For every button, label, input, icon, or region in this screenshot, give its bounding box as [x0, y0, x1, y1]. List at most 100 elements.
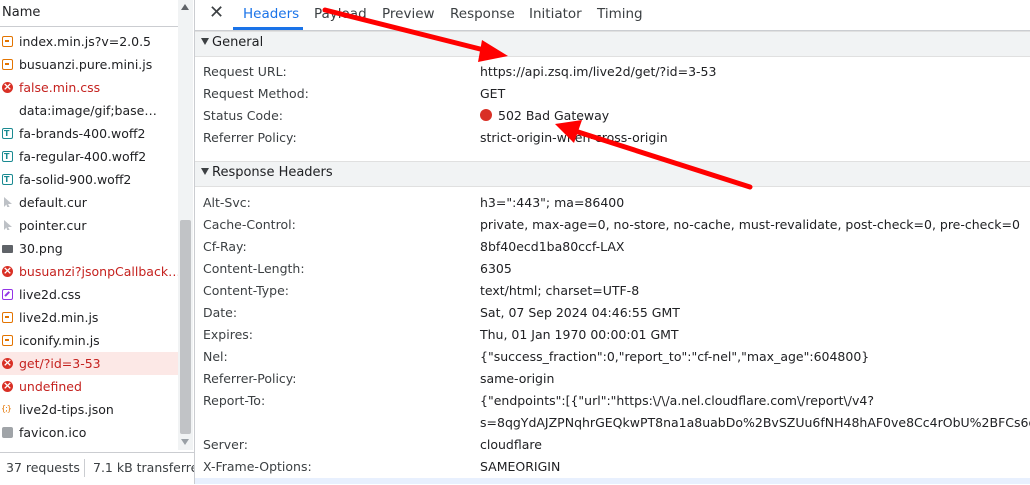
response-header-row: Nel: {"success_fraction":0,"report_to":"c…	[195, 346, 1030, 368]
tab-timing[interactable]: Timing	[597, 6, 643, 22]
header-key: Cf-Ray:	[203, 239, 247, 254]
status-divider	[84, 459, 85, 477]
close-icon[interactable]: ✕	[209, 2, 224, 23]
cursor-file-icon	[4, 197, 12, 207]
referrer-policy-value: strict-origin-when-cross-origin	[480, 130, 668, 145]
response-headers-section-header[interactable]: Response Headers	[195, 161, 1030, 187]
header-key: Cache-Control:	[203, 217, 296, 232]
request-name: 30.png	[19, 241, 63, 256]
header-value: Thu, 01 Jan 1970 00:00:01 GMT	[480, 327, 679, 342]
header-value: private, max-age=0, no-store, no-cache, …	[480, 217, 1020, 232]
header-key: Content-Type:	[203, 283, 289, 298]
request-name: false.min.css	[19, 80, 101, 95]
request-name: favicon.ico	[19, 425, 87, 440]
scroll-down-icon[interactable]	[181, 439, 189, 445]
js-file-icon	[2, 335, 13, 346]
header-key: Alt-Svc:	[203, 195, 251, 210]
network-request-list: Name index.min.js?v=2.0.5 busuanzi.pure.…	[0, 0, 195, 485]
request-row[interactable]: fa-brands-400.woff2	[0, 122, 178, 145]
request-name: data:image/gif;base…	[19, 103, 157, 118]
request-name: busuanzi?jsonpCallback…	[19, 264, 178, 279]
response-header-row: Date: Sat, 07 Sep 2024 04:46:55 GMT	[195, 302, 1030, 324]
font-file-icon	[2, 123, 13, 145]
request-row[interactable]: iconify.min.js	[0, 329, 178, 352]
response-header-row: X-Frame-Options: SAMEORIGIN	[195, 456, 1030, 478]
request-row[interactable]: pointer.cur	[0, 214, 178, 237]
request-row[interactable]: live2d.min.js	[0, 306, 178, 329]
json-file-icon	[1, 398, 13, 420]
font-file-icon	[2, 169, 13, 191]
data-icon	[2, 105, 13, 116]
request-row[interactable]: index.min.js?v=2.0.5	[0, 30, 178, 53]
header-value: 6305	[480, 261, 512, 276]
header-key: Server:	[203, 437, 248, 452]
header-key: Request URL:	[203, 64, 287, 79]
header-key: Referrer-Policy:	[203, 371, 297, 386]
request-list: index.min.js?v=2.0.5 busuanzi.pure.mini.…	[0, 30, 178, 444]
request-row[interactable]: live2d-tips.json	[0, 398, 178, 421]
request-row[interactable]: fa-solid-900.woff2	[0, 168, 178, 191]
image-file-icon	[2, 245, 13, 253]
request-row[interactable]: fa-regular-400.woff2	[0, 145, 178, 168]
status-code-field: 502 Bad Gateway	[480, 108, 609, 123]
scroll-thumb[interactable]	[180, 220, 191, 434]
request-row[interactable]: 30.png	[0, 237, 178, 260]
header-value-continued: s=8qgYdAJZPNqhrGEQkwPT8na1a8uabDo%2BvSZU…	[480, 415, 1030, 430]
header-value: {"success_fraction":0,"report_to":"cf-ne…	[480, 349, 870, 364]
request-name: iconify.min.js	[19, 333, 100, 348]
header-key: Report-To:	[203, 393, 266, 408]
response-header-row: Referrer-Policy: same-origin	[195, 368, 1030, 390]
request-row[interactable]: undefined	[0, 375, 178, 398]
response-header-row: Content-Length: 6305	[195, 258, 1030, 280]
font-file-icon	[2, 146, 13, 168]
tab-headers[interactable]: Headers	[243, 6, 299, 22]
scroll-up-icon[interactable]	[181, 4, 189, 10]
js-file-icon	[2, 312, 13, 323]
header-key: Expires:	[203, 327, 253, 342]
response-header-row: Report-To: {"endpoints":[{"url":"https:\/…	[195, 390, 1030, 434]
request-name: default.cur	[19, 195, 87, 210]
request-row[interactable]: live2d.css	[0, 283, 178, 306]
js-file-icon	[2, 36, 13, 47]
request-row[interactable]: data:image/gif;base…	[0, 99, 178, 122]
response-header-row: Expires: Thu, 01 Jan 1970 00:00:01 GMT	[195, 324, 1030, 346]
request-name: fa-brands-400.woff2	[19, 126, 146, 141]
request-row[interactable]: busuanzi.pure.mini.js	[0, 53, 178, 76]
js-file-icon	[2, 59, 13, 70]
tab-payload[interactable]: Payload	[314, 6, 367, 22]
header-value: cloudflare	[480, 437, 542, 452]
name-column-header[interactable]: Name	[0, 0, 178, 27]
header-key: Content-Length:	[203, 261, 305, 276]
request-row[interactable]: busuanzi?jsonpCallback…	[0, 260, 178, 283]
general-row: Request URL: https://api.zsq.im/live2d/ge…	[195, 61, 1030, 83]
tab-preview[interactable]: Preview	[382, 6, 435, 22]
request-url-value: https://api.zsq.im/live2d/get/?id=3-53	[480, 64, 717, 79]
response-header-row: Server: cloudflare	[195, 434, 1030, 456]
panel-bottom-edge	[195, 478, 1030, 484]
request-row-selected[interactable]: get/?id=3-53	[0, 352, 178, 375]
request-name: undefined	[19, 379, 82, 394]
request-row[interactable]: favicon.ico	[0, 421, 178, 444]
error-icon	[2, 76, 13, 98]
general-section-header[interactable]: General	[195, 31, 1030, 57]
general-row: Referrer Policy: strict-origin-when-cross…	[195, 127, 1030, 149]
header-value: same-origin	[480, 371, 555, 386]
header-value: SAMEORIGIN	[480, 459, 561, 474]
request-row[interactable]: default.cur	[0, 191, 178, 214]
request-details-panel: ✕ Headers Payload Preview Response Initi…	[195, 0, 1030, 484]
header-value: Sat, 07 Sep 2024 04:46:55 GMT	[480, 305, 680, 320]
error-icon	[2, 352, 13, 374]
details-tab-bar: ✕ Headers Payload Preview Response Initi…	[195, 0, 1030, 31]
request-name: live2d-tips.json	[19, 402, 114, 417]
error-icon	[2, 260, 13, 282]
tab-response[interactable]: Response	[450, 6, 515, 22]
response-header-row: Cache-Control: private, max-age=0, no-sto…	[195, 214, 1030, 236]
expand-triangle-icon	[201, 168, 209, 175]
header-value: {"endpoints":[{"url":"https:\/\/a.nel.cl…	[480, 393, 874, 408]
tab-initiator[interactable]: Initiator	[529, 6, 582, 22]
section-title: General	[212, 35, 264, 50]
expand-triangle-icon	[201, 38, 209, 45]
request-name: busuanzi.pure.mini.js	[19, 57, 153, 72]
name-column-label: Name	[2, 5, 41, 20]
request-row[interactable]: false.min.css	[0, 76, 178, 99]
